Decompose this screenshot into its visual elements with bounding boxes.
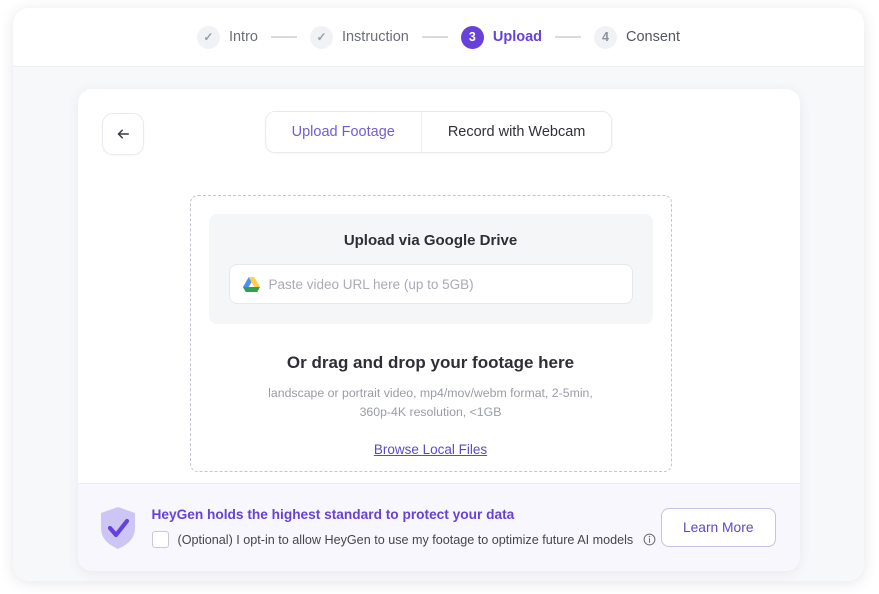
step-consent[interactable]: 4 Consent — [594, 25, 681, 49]
google-drive-url-placeholder: Paste video URL here (up to 5GB) — [268, 276, 474, 292]
google-drive-title: Upload via Google Drive — [343, 232, 518, 249]
step-label-instruction: Instruction — [341, 29, 409, 45]
upload-card: Upload Footage Record with Webcam Upload… — [77, 89, 800, 571]
back-button[interactable] — [101, 113, 144, 155]
info-icon[interactable] — [643, 533, 656, 546]
step-instruction[interactable]: ✓ Instruction — [309, 25, 409, 49]
window-body: Upload Footage Record with Webcam Upload… — [13, 67, 864, 581]
file-specs-line-2: 360p-4K resolution, <1GB — [359, 405, 502, 420]
check-icon: ✓ — [316, 30, 327, 44]
browse-link-row: Browse Local Files — [191, 441, 671, 459]
privacy-banner-title: HeyGen holds the highest standard to pro… — [151, 507, 515, 522]
step-connector-3 — [555, 36, 582, 38]
step-label-consent: Consent — [626, 29, 681, 45]
optin-row: (Optional) I opt-in to allow HeyGen to u… — [151, 531, 661, 548]
tab-record-with-webcam[interactable]: Record with Webcam — [421, 112, 612, 152]
optin-checkbox[interactable] — [151, 531, 169, 548]
app-window: ✓ Intro ✓ Instruction 3 Upload 4 Consent — [13, 8, 864, 581]
arrow-left-icon — [117, 129, 129, 139]
optin-label: (Optional) I opt-in to allow HeyGen to u… — [177, 532, 634, 547]
google-drive-url-field[interactable]: Paste video URL here (up to 5GB) — [228, 264, 633, 304]
step-connector-2 — [421, 36, 448, 38]
file-specs: landscape or portrait video, mp4/mov/web… — [191, 384, 671, 422]
google-drive-icon — [242, 276, 260, 292]
file-specs-line-1: landscape or portrait video, mp4/mov/web… — [268, 386, 593, 400]
banner-text-column: HeyGen holds the highest standard to pro… — [151, 507, 661, 548]
step-upload[interactable]: 3 Upload — [460, 25, 543, 49]
step-label-upload: Upload — [492, 29, 543, 45]
privacy-banner: HeyGen holds the highest standard to pro… — [77, 483, 800, 571]
card-header: Upload Footage Record with Webcam — [78, 89, 800, 167]
step-badge-upload: 3 — [460, 25, 484, 49]
step-label-intro: Intro — [228, 29, 258, 45]
tab-upload-footage[interactable]: Upload Footage — [265, 112, 422, 152]
learn-more-button[interactable]: Learn More — [660, 508, 776, 547]
browse-local-files-link[interactable]: Browse Local Files — [374, 442, 487, 457]
step-intro[interactable]: ✓ Intro — [196, 25, 258, 49]
step-connector-1 — [270, 36, 297, 38]
step-badge-consent: 4 — [594, 25, 618, 49]
google-drive-panel: Upload via Google Drive Paste video URL … — [208, 214, 653, 324]
check-icon: ✓ — [203, 30, 214, 44]
upload-mode-tabs: Upload Footage Record with Webcam — [264, 111, 613, 153]
file-dropzone[interactable]: Upload via Google Drive Paste video URL … — [189, 195, 672, 472]
step-badge-intro: ✓ — [196, 25, 220, 49]
step-badge-instruction: ✓ — [309, 25, 333, 49]
drag-drop-title: Or drag and drop your footage here — [286, 353, 575, 372]
shield-check-icon — [100, 506, 135, 549]
stepper: ✓ Intro ✓ Instruction 3 Upload 4 Consent — [13, 8, 864, 67]
